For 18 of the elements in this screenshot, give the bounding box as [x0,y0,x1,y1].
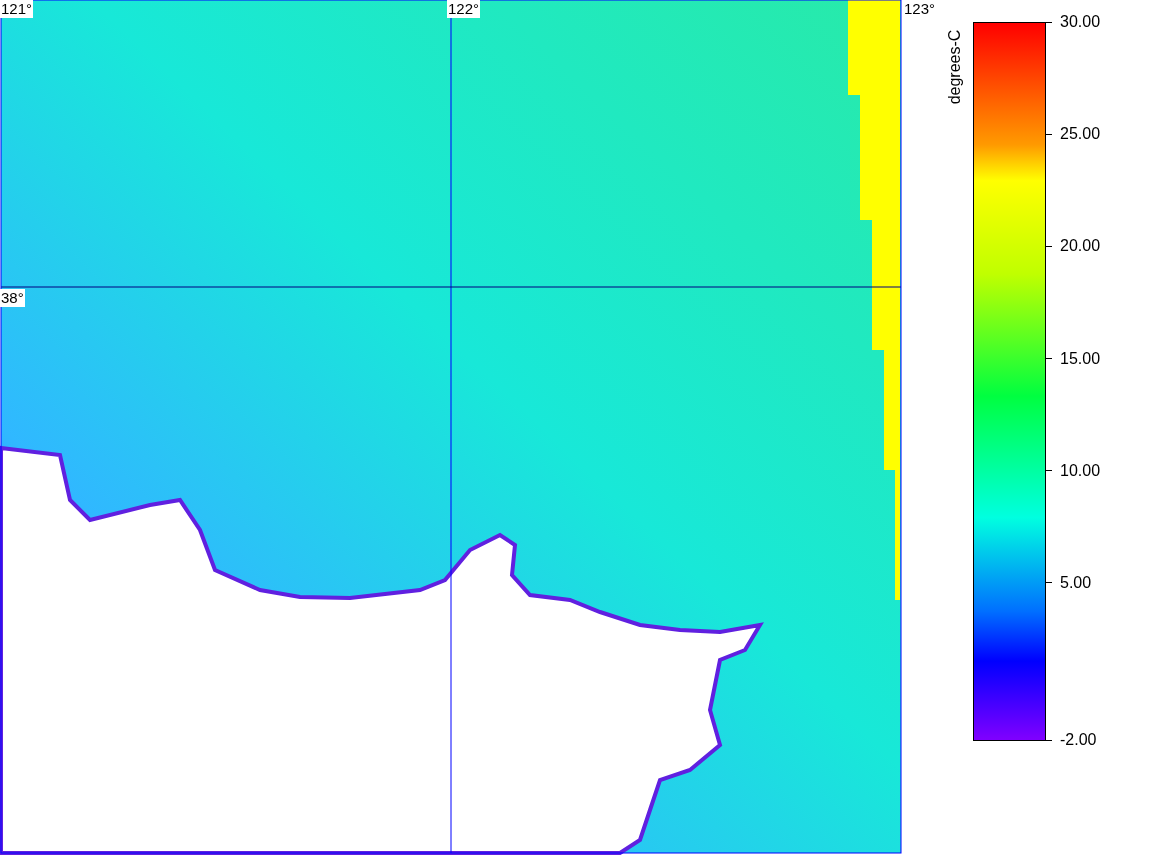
tick-mark [1046,582,1052,584]
longitude-label: 121° [0,0,34,18]
tick-mark [1046,739,1052,741]
tick-mark [1046,21,1052,23]
tick-mark [1046,245,1052,247]
tick-mark [1046,470,1052,472]
tick-label: -2.00 [1060,731,1097,749]
tick-mark [1046,358,1052,360]
tick-label: 10.00 [1060,461,1101,480]
tick-label: 15.00 [1060,349,1101,368]
tick-label: 20.00 [1060,237,1101,256]
longitude-label: 122° [447,0,481,18]
tick-label: 5.00 [1060,573,1092,592]
tick-label: 25.00 [1060,125,1101,144]
scale-title: degrees-C [946,28,964,107]
latitude-label: 38° [0,289,25,307]
tick-label: 30.00 [1060,13,1101,31]
tick-mark [1046,133,1052,135]
